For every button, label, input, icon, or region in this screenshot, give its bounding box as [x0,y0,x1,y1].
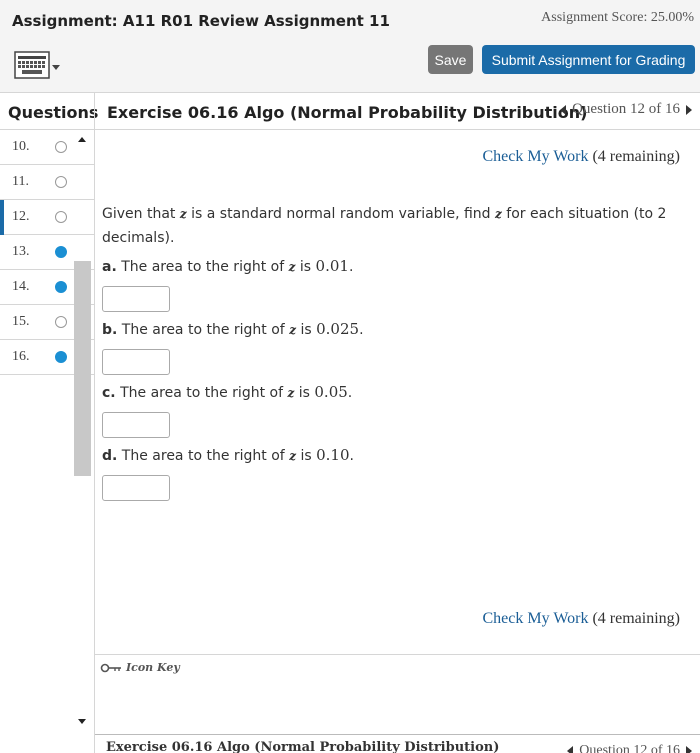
keyboard-menu-button[interactable] [14,50,64,82]
question-position: Question 12 of 16 [579,743,680,753]
status-radio-icon [55,316,67,328]
part-text: The area to the right of [121,448,290,464]
question-number: 16. [12,349,30,364]
part-text: . [349,448,354,464]
area-value: 0.10 [316,446,350,464]
check-my-work-link[interactable]: Check My Work [483,610,589,627]
status-radio-icon [55,211,67,223]
part-text: is [294,385,315,401]
answer-input-b[interactable] [102,349,170,375]
part-text: . [347,385,353,401]
area-value: 0.025 [316,320,360,338]
save-button[interactable]: Save [428,45,473,74]
icon-key-label: Icon Key [126,661,180,674]
part-text: The area to the right of [121,322,290,338]
bottom-exercise-title: Exercise 06.16 Algo (Normal Probability … [106,740,500,753]
z-variable: z [289,323,297,337]
intro-text: Given that [102,206,180,222]
z-variable: z [179,207,187,221]
answer-input-d[interactable] [102,475,170,501]
question-number: 10. [12,139,30,154]
questions-heading: Questions [8,103,99,122]
check-my-work-bottom: Check My Work (4 remaining) [483,610,681,628]
part-b: b. The area to the right of z is 0.025. [102,320,364,338]
status-radio-icon [55,176,67,188]
area-value: 0.05 [314,383,348,401]
check-my-work-top: Check My Work (4 remaining) [483,148,681,166]
part-letter: d. [102,448,118,464]
question-number: 14. [12,279,30,294]
scroll-down-icon[interactable] [78,719,86,724]
part-text: . [348,259,354,275]
prev-question-icon[interactable] [560,104,567,115]
question-number: 12. [12,209,30,224]
question-number: 15. [12,314,30,329]
next-question-icon[interactable] [686,104,692,115]
part-letter: a. [102,259,117,275]
assignment-title: Assignment: A11 R01 Review Assignment 11 [12,12,390,30]
question-position: Question 12 of 16 [572,101,680,117]
divider [95,654,700,655]
question-number: 11. [12,174,29,189]
status-radio-icon [55,141,67,153]
remaining-count: (4 remaining) [592,610,680,627]
part-a: a. The area to the right of z is 0.01. [102,257,353,275]
z-variable: z [495,207,502,221]
part-text: The area to the right of [121,259,289,275]
intro-text: is a standard normal random variable, fi… [186,206,495,222]
check-my-work-link[interactable]: Check My Work [483,148,589,165]
part-letter: b. [102,322,118,338]
part-text: is [296,448,317,464]
remaining-count: (4 remaining) [592,148,680,165]
question-number: 13. [12,244,30,259]
part-text: is [296,322,317,338]
icon-key-link[interactable]: Icon Key [100,661,180,674]
question-navigator: Question 12 of 16 [560,101,692,118]
scroll-thumb[interactable] [74,261,91,476]
answer-input-a[interactable] [102,286,170,312]
assignment-score: Assignment Score: 25.00% [541,10,694,25]
answer-input-c[interactable] [102,412,170,438]
status-radio-icon [55,281,67,293]
status-radio-icon [55,246,67,258]
part-d: d. The area to the right of z is 0.10. [102,446,354,464]
next-question-icon[interactable] [686,746,692,753]
title-row: Questions Exercise 06.16 Algo (Normal Pr… [0,93,700,130]
question-list-scrollbar[interactable] [74,131,91,731]
key-icon [100,663,121,672]
part-text: is [295,259,316,275]
exercise-title: Exercise 06.16 Algo (Normal Probability … [107,103,588,122]
next-exercise-strip: Exercise 06.16 Algo (Normal Probability … [95,734,700,753]
scroll-up-icon[interactable] [78,137,86,142]
prev-question-icon[interactable] [567,746,574,753]
part-text: The area to the right of [120,385,288,401]
part-text: . [359,322,364,338]
bottom-question-navigator: Question 12 of 16 [567,743,692,753]
dropdown-caret-icon [52,65,60,70]
part-c: c. The area to the right of z is 0.05. [102,383,352,401]
z-variable: z [289,449,297,463]
keyboard-icon [14,51,60,79]
problem-statement: Given that z is a standard normal random… [102,202,677,250]
status-radio-icon [55,351,67,363]
submit-assignment-button[interactable]: Submit Assignment for Grading [482,45,695,74]
assignment-header: Assignment: A11 R01 Review Assignment 11… [0,0,700,93]
area-value: 0.01 [315,257,349,275]
part-letter: c. [102,385,116,401]
